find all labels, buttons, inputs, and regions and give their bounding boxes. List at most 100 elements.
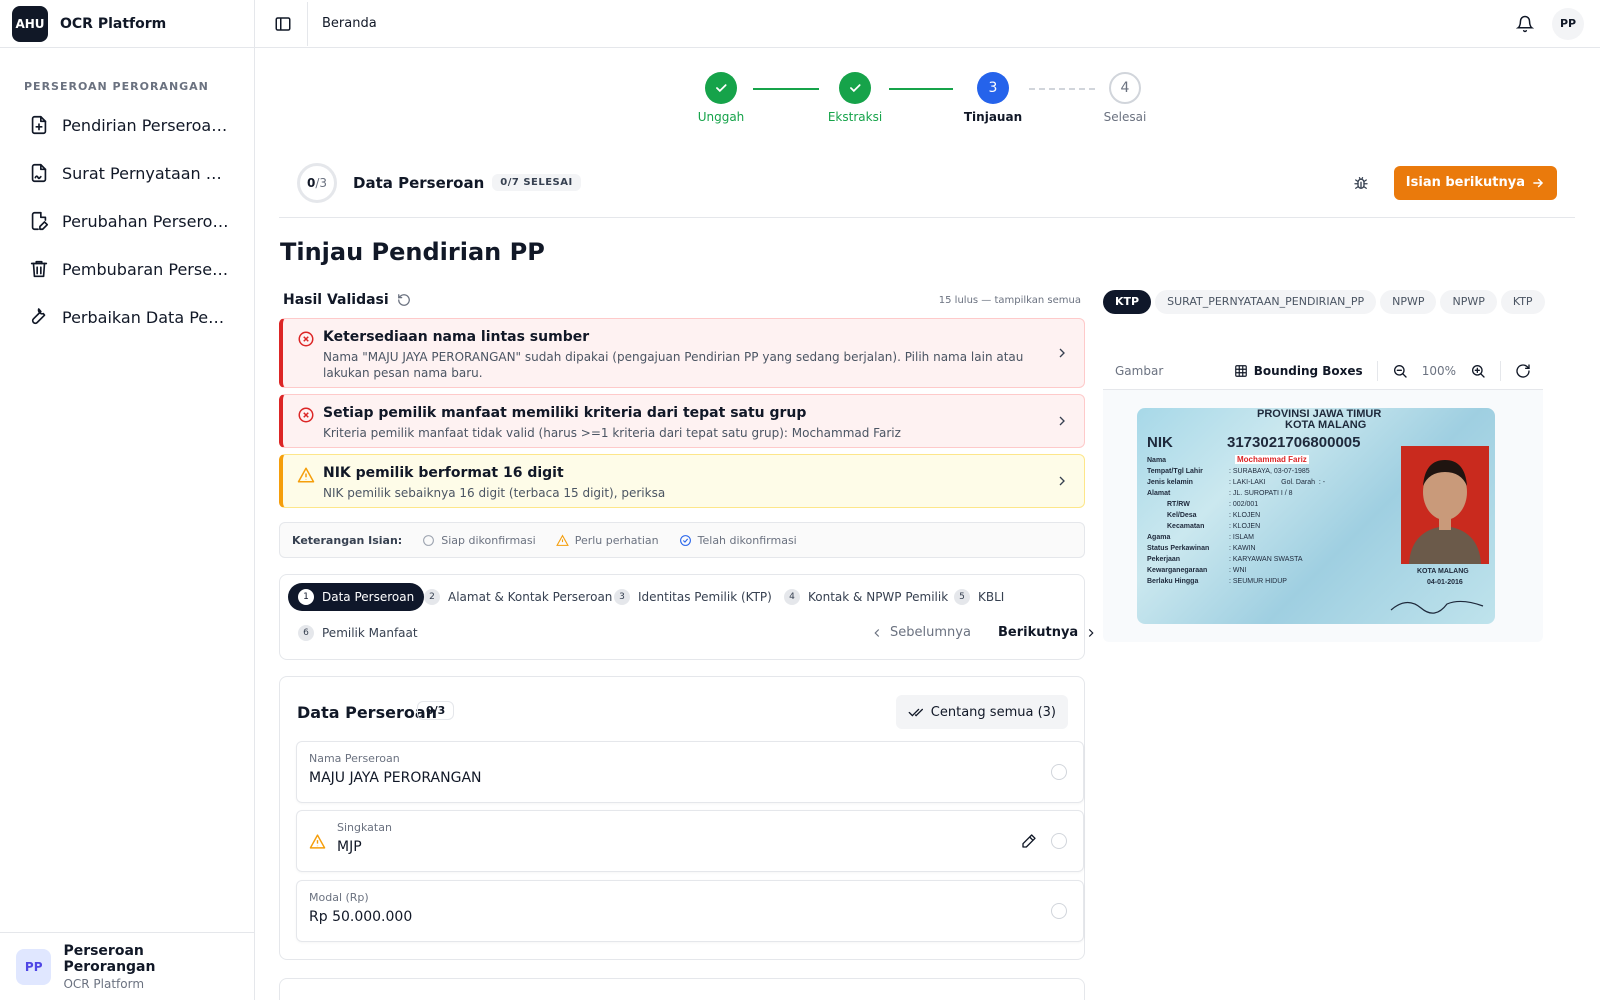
ktp-label: Berlaku Hingga [1147,578,1199,585]
double-check-icon [908,708,923,717]
field-label: Modal (Rp) [309,891,369,904]
step-selesai: 4 Selesai [1085,72,1165,124]
divider [1376,360,1378,381]
doc-tab-npwp[interactable]: NPWP [1380,290,1437,314]
tab-data-perseroan[interactable]: 1 Data Perseroan [288,583,425,611]
sidebar-item-perbaikan[interactable]: Perbaikan Data Pers... [0,293,254,341]
ktp-value: : SURABAYA, 03-07-1985 [1229,468,1310,475]
wrench-icon [31,308,46,325]
sidebar-item-surat-pernyataan[interactable]: Surat Pernyataan Pe... [0,149,254,197]
confirm-radio[interactable] [1051,833,1067,849]
bell-icon[interactable] [1516,15,1534,33]
app-logo: AHU [12,5,48,42]
ktp-value: : KARYAWAN SWASTA [1229,556,1303,563]
tab-identitas-pemilik[interactable]: 3 Identitas Pemilik (KTP) [604,583,782,611]
next-entry-button[interactable]: Isian berikutnya [1393,165,1557,200]
section-actions: Isian berikutnya [1352,165,1557,200]
zoom-in-icon[interactable] [1470,363,1486,379]
zoom-controls: 100% [1392,363,1486,379]
field-nama-perseroan[interactable]: Nama Perseroan MAJU JAYA PERORANGAN [296,741,1084,803]
ktp-value: : LAKI-LAKI Gol. Darah : - [1229,479,1326,486]
ktp-label: Alamat [1147,490,1171,497]
alert-title: Setiap pemilik manfaat memiliki kriteria… [323,405,807,421]
next-label: Berikutnya [998,625,1079,640]
tab-pemilik-manfaat[interactable]: 6 Pemilik Manfaat [288,619,428,647]
sidebar-item-perubahan[interactable]: Perubahan Perseroa... [0,197,254,245]
bounding-boxes-toggle[interactable]: Bounding Boxes [1234,364,1363,378]
next-button[interactable]: Berikutnya [998,625,1098,640]
alert-title: Ketersediaan nama lintas sumber [323,329,590,345]
panel-left-icon [275,16,291,31]
tab-kbli[interactable]: 5 KBLI [944,583,1014,611]
validation-header: Hasil Validasi 15 lulus — tampilkan semu… [283,292,1081,308]
tab-label: KBLI [978,590,1005,604]
sidebar-user[interactable]: PP Perseroan Perorangan OCR Platform [0,932,254,1000]
stepper-line [753,88,819,90]
tab-number: 5 [954,589,970,605]
breadcrumb[interactable]: Beranda [322,16,377,31]
sidebar-item-label: Pembubaran Persero... [62,259,230,279]
sidebar-header[interactable]: AHU OCR Platform [0,0,254,48]
sidebar-item-pendirian[interactable]: Pendirian Perseroan ... [0,101,254,149]
check-icon [716,84,727,93]
ktp-issue-date: 04-01-2016 [1427,579,1463,586]
validation-alert-error[interactable]: Setiap pemilik manfaat memiliki kriteria… [279,394,1085,448]
ktp-label: Kecamatan [1167,523,1205,530]
refresh-icon[interactable] [397,293,411,307]
tab-label: Pemilik Manfaat [322,626,418,640]
check-all-button[interactable]: Centang semua (3) [895,695,1068,729]
chevron-right-icon [1059,416,1065,426]
ktp-value: : SEUMUR HIDUP [1229,578,1287,585]
doc-tab-surat-pernyataan[interactable]: SURAT_PERNYATAAN_PENDIRIAN_PP [1155,290,1377,314]
ktp-label: Pekerjaan [1147,556,1181,563]
field-modal[interactable]: Modal (Rp) Rp 50.000.000 [296,880,1084,942]
empty-circle-icon [423,534,435,546]
rotate-icon[interactable] [1515,363,1531,379]
chevron-right-icon [1059,348,1065,358]
bug-icon[interactable] [1352,174,1370,192]
doc-tab-ktp[interactable]: KTP [1500,290,1545,314]
validation-alert-error[interactable]: Ketersediaan nama lintas sumber Nama "MA… [279,318,1085,388]
previous-button[interactable]: Sebelumnya [870,625,971,640]
field-label: Singkatan [337,821,392,834]
previous-label: Sebelumnya [890,625,971,640]
show-all-link[interactable]: 15 lulus — tampilkan semua [939,295,1081,306]
doc-tab-npwp[interactable]: NPWP [1440,290,1497,314]
stepper-line [889,88,953,90]
ktp-issue-city: KOTA MALANG [1417,568,1469,575]
file-signature-icon [31,163,47,183]
field-singkatan[interactable]: Singkatan MJP [296,810,1084,872]
arrow-right-icon [1533,178,1544,187]
sidebar-item-label: Perubahan Perseroa... [62,211,230,231]
ktp-label: RT/RW [1167,501,1190,508]
tab-alamat-kontak[interactable]: 2 Alamat & Kontak Perseroan [414,583,622,611]
progress-done: 0 [306,175,316,190]
confirm-radio[interactable] [1051,903,1067,919]
avatar: PP [16,948,52,985]
zoom-out-icon[interactable] [1392,363,1408,379]
validation-alert-warning[interactable]: NIK pemilik berformat 16 digit NIK pemil… [279,454,1085,508]
tab-label: Identitas Pemilik (KTP) [638,590,772,604]
alert-description: Kriteria pemilik manfaat tidak valid (ha… [323,426,901,440]
topbar: Beranda PP [255,0,1600,48]
step-unggah: Unggah [681,72,761,124]
doc-tab-ktp[interactable]: KTP [1103,290,1152,314]
ktp-value: : 002/001 [1229,501,1259,508]
ktp-label: Kewarganegaraan [1147,567,1208,574]
tab-number: 4 [784,589,800,605]
grid-icon [1234,364,1247,377]
ktp-value: : JL. SUROPATI I / 8 [1229,490,1293,497]
sidebar-toggle-button[interactable] [271,12,295,36]
step-pending-circle: 4 [1109,72,1141,104]
sidebar-group-label: PERSEROAN PERORANGAN [24,80,209,93]
ktp-name: Mochammad Fariz [1235,455,1309,464]
warning-triangle-icon [297,467,315,483]
x-circle-icon [298,407,314,423]
pencil-icon[interactable] [1021,833,1037,849]
tab-kontak-npwp[interactable]: 4 Kontak & NPWP Pemilik [774,583,958,611]
confirm-radio[interactable] [1051,764,1067,780]
user-avatar[interactable]: PP [1552,7,1584,40]
ktp-document-image: PROVINSI JAWA TIMUR KOTA MALANG NIK 3173… [1137,408,1495,624]
section-header: 0/3 Data Perseroan 0/7 SELESAI Isian ber… [279,148,1575,218]
sidebar-item-pembubaran[interactable]: Pembubaran Persero... [0,245,254,293]
